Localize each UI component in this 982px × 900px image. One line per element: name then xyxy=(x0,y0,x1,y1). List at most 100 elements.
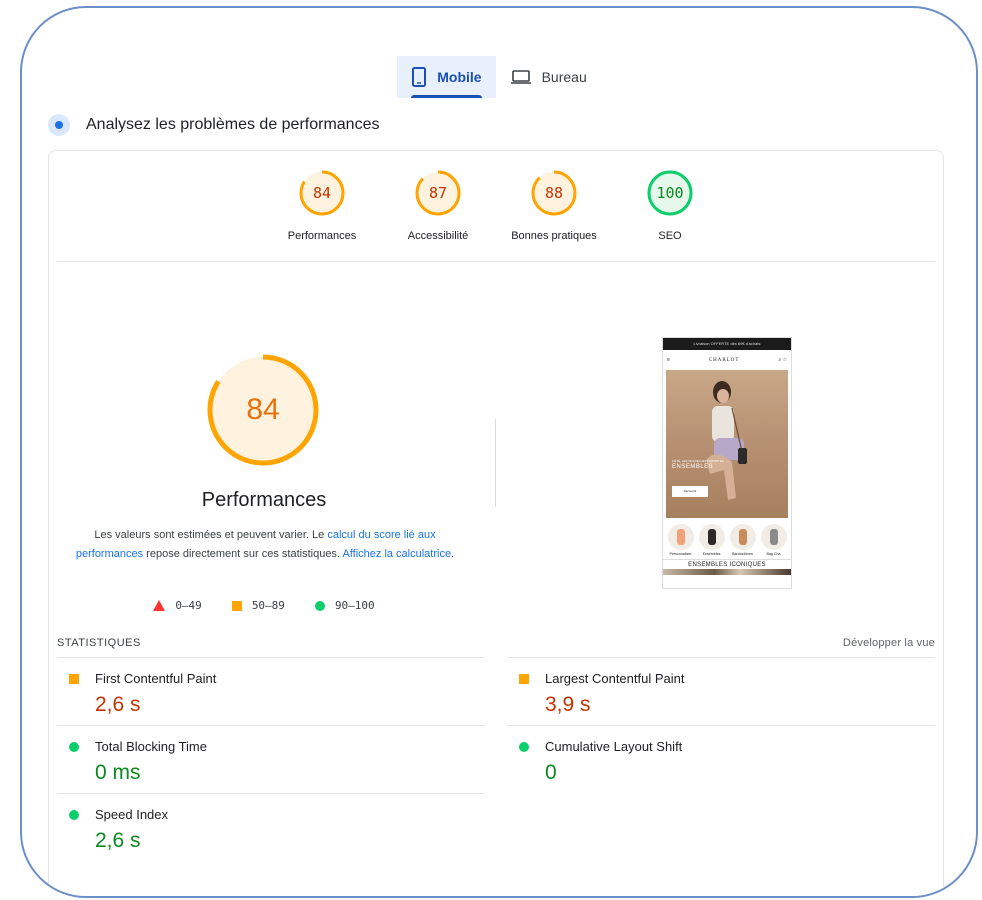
vertical-divider xyxy=(495,419,496,507)
tab-mobile[interactable]: Mobile xyxy=(397,56,496,98)
circle-icon xyxy=(314,600,325,611)
thumb-category-label: Personnaliser xyxy=(669,552,692,556)
desc-text: Les valeurs sont estimées et peuvent var… xyxy=(94,529,328,541)
performance-description: Les valeurs sont estimées et peuvent var… xyxy=(69,526,461,564)
laptop-icon xyxy=(510,70,531,84)
statistics-title: STATISTIQUES xyxy=(57,637,141,649)
legend-pass: 90–100 xyxy=(314,599,375,612)
legend-fail-label: 0–49 xyxy=(175,599,202,612)
calculator-link[interactable]: Affichez la calculatrice xyxy=(342,548,451,560)
gauge-label: Bonnes pratiques xyxy=(511,230,597,242)
gauge-ring: 88 xyxy=(530,169,578,217)
divider xyxy=(57,261,935,262)
hero-button: Découvrir xyxy=(672,486,708,497)
metric-name: Total Blocking Time xyxy=(95,739,207,754)
pass-circle-icon xyxy=(519,742,529,752)
gauge-score: 87 xyxy=(428,184,448,202)
thumb-categories: Personnaliser Ensembles Bandoulières Bag Ch… xyxy=(663,518,791,556)
performance-score: 84 xyxy=(246,393,280,426)
thumb-category: Bag Cha xyxy=(760,524,787,556)
metric-name: Largest Contentful Paint xyxy=(545,671,685,686)
thumb-category-label: Ensembles xyxy=(702,552,721,556)
thumb-banner: Livraison OFFERTE dès 69€ d'achats xyxy=(663,338,791,350)
metric-value: 3,9 s xyxy=(545,693,591,716)
metric-row: Cumulative Layout Shift 0 xyxy=(507,725,935,793)
thumb-category: Bandoulières xyxy=(729,524,756,556)
page-screenshot: Livraison OFFERTE dès 69€ d'achats ≡ CHA… xyxy=(662,337,792,589)
statistics-left: First Contentful Paint 2,6 s Total Blockin… xyxy=(57,657,485,861)
category-gauges: 84 Performances 87 Accessibilité 88 Bonnes pr… xyxy=(49,169,943,242)
gauge-label: Accessibilité xyxy=(407,230,469,242)
desc-text: . xyxy=(451,548,455,560)
metric-name: Speed Index xyxy=(95,807,169,822)
performance-title: Performances xyxy=(201,489,327,511)
model-photo xyxy=(706,381,747,500)
search-cart-icons: ⌕ ☆ xyxy=(778,357,787,363)
report-card: 84 Performances 87 Accessibilité 88 Bonnes pr… xyxy=(48,150,944,896)
metric-row: Largest Contentful Paint 3,9 s xyxy=(507,657,935,725)
legend-average-label: 50–89 xyxy=(251,599,285,612)
thumb-category-label: Bag Cha xyxy=(766,552,781,556)
performance-gauge: 84 xyxy=(204,351,322,469)
desc-text: repose directement sur ces statistiques. xyxy=(143,548,343,560)
average-square-icon xyxy=(69,674,79,684)
window-frame: Mobile Bureau Analysez les problèmes de … xyxy=(20,6,978,898)
gauge-ring: 87 xyxy=(414,169,462,217)
thumb-category: Ensembles xyxy=(698,524,725,556)
pass-circle-icon xyxy=(69,810,79,820)
gauge-score: 100 xyxy=(656,184,684,202)
diagnose-heading: Analysez les problèmes de performances xyxy=(48,114,379,136)
thumb-category-image xyxy=(729,524,756,550)
gauge-label: Performances xyxy=(287,230,357,242)
gauge-ring: 100 xyxy=(646,169,694,217)
statistics-header: STATISTIQUES Développer la vue xyxy=(57,637,935,649)
performance-dot-icon xyxy=(48,114,70,136)
diagnose-title: Analysez les problèmes de performances xyxy=(86,116,380,133)
metric-value: 0 xyxy=(545,761,557,784)
legend-average: 50–89 xyxy=(231,599,285,612)
gauge-score: 84 xyxy=(312,184,332,202)
tab-mobile-label: Mobile xyxy=(437,69,482,85)
gauge-label: SEO xyxy=(658,230,682,242)
thumb-section-title: ENSEMBLES ICONIQUES xyxy=(663,559,791,568)
metric-value: 0 ms xyxy=(95,761,141,784)
gauge-ring: 84 xyxy=(298,169,346,217)
thumb-category-image xyxy=(698,524,725,550)
thumb-category-image xyxy=(760,524,787,550)
metric-row: First Contentful Paint 2,6 s xyxy=(57,657,485,725)
legend-pass-label: 90–100 xyxy=(334,599,375,612)
thumb-logo: CHARLOT xyxy=(708,357,740,363)
statistics-right: Largest Contentful Paint 3,9 s Cumulative … xyxy=(507,657,935,793)
expand-view-toggle[interactable]: Développer la vue xyxy=(843,637,935,649)
smartphone-icon xyxy=(412,67,427,87)
metric-value: 2,6 s xyxy=(95,829,141,852)
thumb-product-strip xyxy=(663,569,791,575)
category-gauge[interactable]: 87 Accessibilité xyxy=(383,169,493,242)
device-tabs: Mobile Bureau xyxy=(22,56,976,98)
hero-title: ENSEMBLES xyxy=(672,464,714,470)
thumb-category-image xyxy=(667,524,694,550)
thumb-category-label: Bandoulières xyxy=(732,552,753,556)
legend-fail: 0–49 xyxy=(153,599,202,612)
triangle-icon xyxy=(153,600,166,611)
metric-name: First Contentful Paint xyxy=(95,671,217,686)
category-gauge[interactable]: 100 SEO xyxy=(615,169,725,242)
metric-row: Total Blocking Time 0 ms xyxy=(57,725,485,793)
score-legend: 0–49 50–89 90–100 xyxy=(49,599,479,612)
menu-icon: ≡ xyxy=(667,357,670,363)
average-square-icon xyxy=(519,674,529,684)
thumb-category: Personnaliser xyxy=(667,524,694,556)
tab-desktop-label: Bureau xyxy=(541,69,587,85)
metric-name: Cumulative Layout Shift xyxy=(545,739,683,754)
category-gauge[interactable]: 84 Performances xyxy=(267,169,377,242)
category-gauge[interactable]: 88 Bonnes pratiques xyxy=(499,169,609,242)
square-icon xyxy=(231,600,242,611)
pass-circle-icon xyxy=(69,742,79,752)
tab-desktop[interactable]: Bureau xyxy=(496,56,601,98)
thumb-header: ≡ CHARLOT ⌕ ☆ xyxy=(663,350,791,370)
thumb-hero-image: L'ÉTÉ, LES NOUVELLES FAVORITES ENSEMBLES… xyxy=(666,370,788,518)
hero-subtitle: L'ÉTÉ, LES NOUVELLES FAVORITES xyxy=(672,459,724,463)
gauge-score: 88 xyxy=(544,184,564,202)
metric-row: Speed Index 2,6 s xyxy=(57,793,485,861)
metric-value: 2,6 s xyxy=(95,693,141,716)
